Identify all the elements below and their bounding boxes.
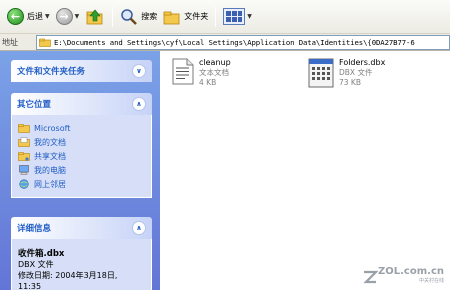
folder-icon xyxy=(39,38,51,47)
place-item-my-computer[interactable]: 我的电脑 xyxy=(18,163,145,177)
other-places-header[interactable]: 其它位置 ∧ xyxy=(11,93,152,115)
detail-file-type: DBX 文件 xyxy=(18,260,54,269)
file-size: 4 KB xyxy=(199,78,217,87)
search-button[interactable]: 搜索 xyxy=(117,5,160,29)
network-places-icon xyxy=(19,179,29,189)
views-icon xyxy=(223,8,246,25)
views-button[interactable]: ▼ xyxy=(220,5,255,29)
chevron-up-icon[interactable]: ∧ xyxy=(132,221,146,235)
zol-watermark: ZOL.com.cn 中关村在线 xyxy=(362,267,444,284)
file-list[interactable]: cleanup 文本文档 4 KB Folders.dbx DBX 文件 73 … xyxy=(160,51,450,290)
details-panel-body: 收件箱.dbx DBX 文件 修改日期: 2004年3月18日, 11:35 xyxy=(11,239,152,290)
shared-documents-icon xyxy=(18,152,30,161)
detail-modified-time: 11:35 xyxy=(18,282,42,290)
back-arrow-icon: ← xyxy=(7,8,24,25)
back-label: 后退 xyxy=(27,12,43,21)
detail-file-name: 收件箱.dbx xyxy=(18,249,65,259)
file-type: DBX 文件 xyxy=(339,68,373,77)
tasks-panel-title: 文件和文件夹任务 xyxy=(17,67,86,77)
task-pane: 文件和文件夹任务 ∨ 其它位置 ∧ Microsoft 我的文档 共享文档 我的… xyxy=(0,51,160,290)
place-item-microsoft[interactable]: Microsoft xyxy=(18,121,145,135)
zol-logo-icon xyxy=(363,270,378,284)
file-item-cleanup[interactable]: cleanup 文本文档 4 KB xyxy=(172,58,231,88)
folders-label: 文件夹 xyxy=(184,12,209,21)
place-label: 我的文档 xyxy=(34,137,66,147)
my-computer-icon xyxy=(19,165,29,175)
toolbar-separator xyxy=(215,6,217,27)
other-places-title: 其它位置 xyxy=(17,100,52,110)
my-documents-icon xyxy=(18,137,30,147)
details-panel-title: 详细信息 xyxy=(17,224,52,234)
details-panel: 详细信息 ∧ 收件箱.dbx DBX 文件 修改日期: 2004年3月18日, … xyxy=(11,217,152,290)
file-item-folders-dbx[interactable]: Folders.dbx DBX 文件 73 KB xyxy=(308,58,385,88)
watermark-text: ZOL.com.cn xyxy=(378,266,444,277)
watermark-sub: 中关村在线 xyxy=(418,278,444,284)
detail-modified-date: 修改日期: 2004年3月18日, xyxy=(18,271,118,280)
address-bar: 地址 E:\Documents and Settings\cyf\Local S… xyxy=(0,34,450,51)
place-item-shared-documents[interactable]: 共享文档 xyxy=(18,149,145,163)
views-dropdown-icon[interactable]: ▼ xyxy=(247,13,252,20)
text-document-icon xyxy=(172,58,194,85)
place-item-my-documents[interactable]: 我的文档 xyxy=(18,135,145,149)
address-path: E:\Documents and Settings\cyf\Local Sett… xyxy=(54,37,415,47)
search-icon xyxy=(121,8,138,25)
other-places-panel: 其它位置 ∧ Microsoft 我的文档 共享文档 我的电脑 网上邻居 xyxy=(11,93,152,198)
back-dropdown-icon[interactable]: ▼ xyxy=(45,13,50,20)
folders-icon xyxy=(163,11,180,24)
chevron-down-icon[interactable]: ∨ xyxy=(132,64,146,78)
tasks-panel-header[interactable]: 文件和文件夹任务 ∨ xyxy=(11,60,152,82)
toolbar: ← 后退 ▼ → ▼ 搜索 文件夹 ▼ xyxy=(0,0,450,34)
file-type: 文本文档 xyxy=(199,68,229,77)
chevron-up-icon[interactable]: ∧ xyxy=(132,97,146,111)
folder-up-icon xyxy=(85,8,105,26)
back-button[interactable]: ← 后退 ▼ xyxy=(4,5,53,29)
forward-dropdown-icon[interactable]: ▼ xyxy=(75,13,80,20)
forward-button[interactable]: → ▼ xyxy=(53,5,83,29)
place-label: 我的电脑 xyxy=(34,165,66,175)
search-label: 搜索 xyxy=(141,12,158,21)
place-item-network-places[interactable]: 网上邻居 xyxy=(18,177,145,191)
up-button[interactable] xyxy=(82,5,108,29)
place-label: Microsoft xyxy=(34,123,71,133)
address-input[interactable]: E:\Documents and Settings\cyf\Local Sett… xyxy=(36,34,450,50)
address-label: 地址 xyxy=(2,37,18,47)
file-name: Folders.dbx xyxy=(339,58,386,67)
forward-arrow-icon: → xyxy=(55,8,73,25)
folder-icon xyxy=(18,124,30,133)
details-panel-header[interactable]: 详细信息 ∧ xyxy=(11,217,152,239)
file-name: cleanup xyxy=(199,58,231,67)
toolbar-separator xyxy=(112,6,114,27)
file-size: 73 KB xyxy=(339,78,361,87)
place-label: 网上邻居 xyxy=(34,179,66,189)
tasks-panel: 文件和文件夹任务 ∨ xyxy=(11,60,152,82)
other-places-body: Microsoft 我的文档 共享文档 我的电脑 网上邻居 xyxy=(11,115,152,198)
folders-button[interactable]: 文件夹 xyxy=(160,5,211,29)
place-label: 共享文档 xyxy=(34,151,66,161)
dbx-file-icon xyxy=(308,58,334,88)
